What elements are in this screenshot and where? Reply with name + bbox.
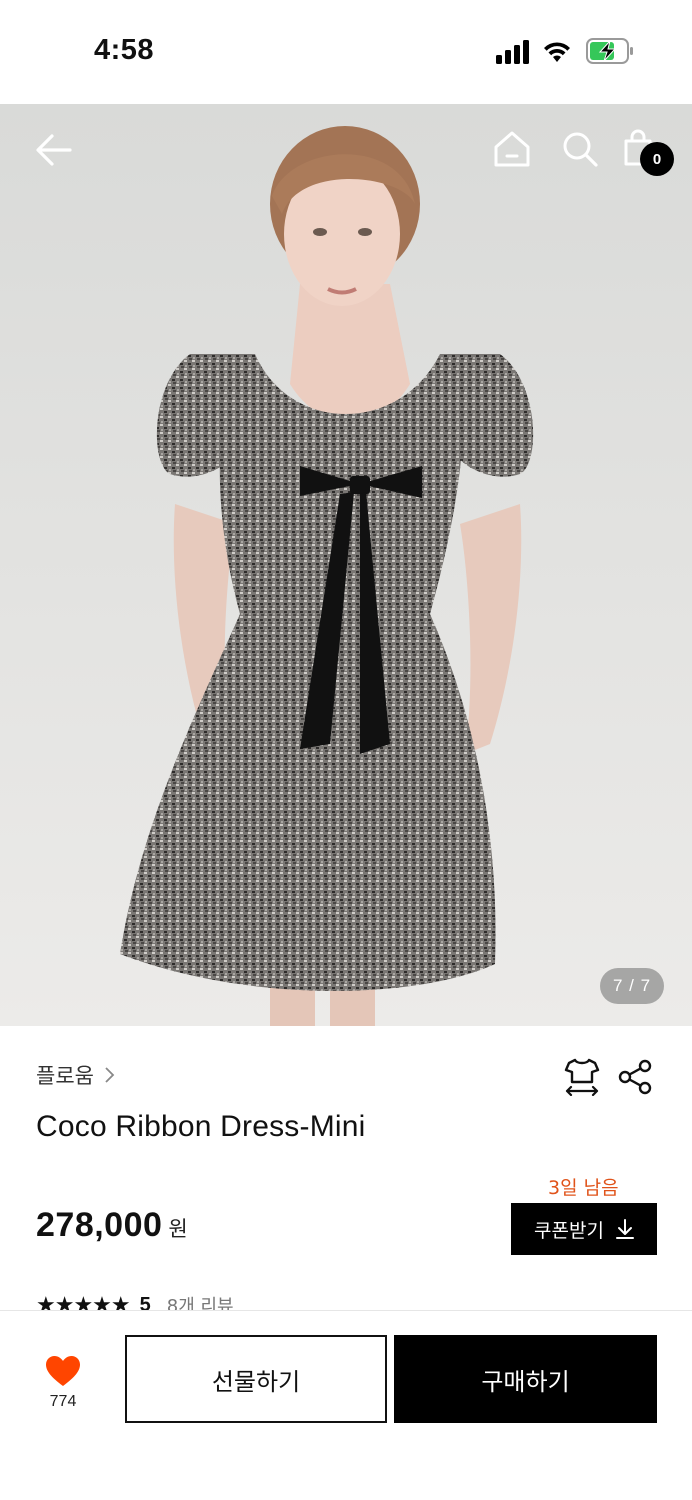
size-guide-icon[interactable] <box>562 1056 602 1096</box>
download-icon <box>615 1219 634 1239</box>
gallery-page-indicator: 7 / 7 <box>600 968 664 1004</box>
product-name: Coco Ribbon Dress-Mini <box>36 1110 366 1143</box>
heart-icon <box>46 1356 80 1386</box>
status-bar: 4:58 <box>0 0 692 104</box>
home-icon[interactable] <box>492 129 532 169</box>
like-count: 774 <box>49 1393 77 1410</box>
get-coupon-button[interactable]: 쿠폰받기 <box>511 1203 657 1255</box>
cart-count-badge[interactable]: 0 <box>640 142 674 176</box>
back-arrow-icon[interactable] <box>34 132 74 168</box>
coupon-remaining-days: 3일 남음 <box>548 1177 619 1199</box>
like-button[interactable]: 774 <box>30 1355 96 1411</box>
buy-button[interactable]: 구매하기 <box>394 1335 657 1423</box>
cellular-signal-icon <box>496 40 529 64</box>
price-row: 278,000 원 <box>36 1206 188 1245</box>
battery-charging-icon <box>586 38 633 64</box>
wifi-icon <box>544 42 570 62</box>
chevron-right-icon <box>105 1067 115 1083</box>
bottom-action-bar: 774 선물하기 구매하기 <box>0 1310 692 1500</box>
share-icon[interactable] <box>616 1058 654 1096</box>
price-currency: 원 <box>168 1217 188 1241</box>
product-price: 278,000 <box>36 1206 163 1244</box>
product-image-gallery[interactable]: 0 7 / 7 <box>0 104 692 1026</box>
product-photo <box>0 104 692 1026</box>
coupon-button-label: 쿠폰받기 <box>534 1219 604 1242</box>
gift-button[interactable]: 선물하기 <box>125 1335 387 1423</box>
brand-name: 플로움 <box>36 1064 94 1088</box>
search-icon[interactable] <box>560 129 600 169</box>
status-time: 4:58 <box>94 34 155 66</box>
brand-link[interactable]: 플로움 <box>36 1060 116 1090</box>
